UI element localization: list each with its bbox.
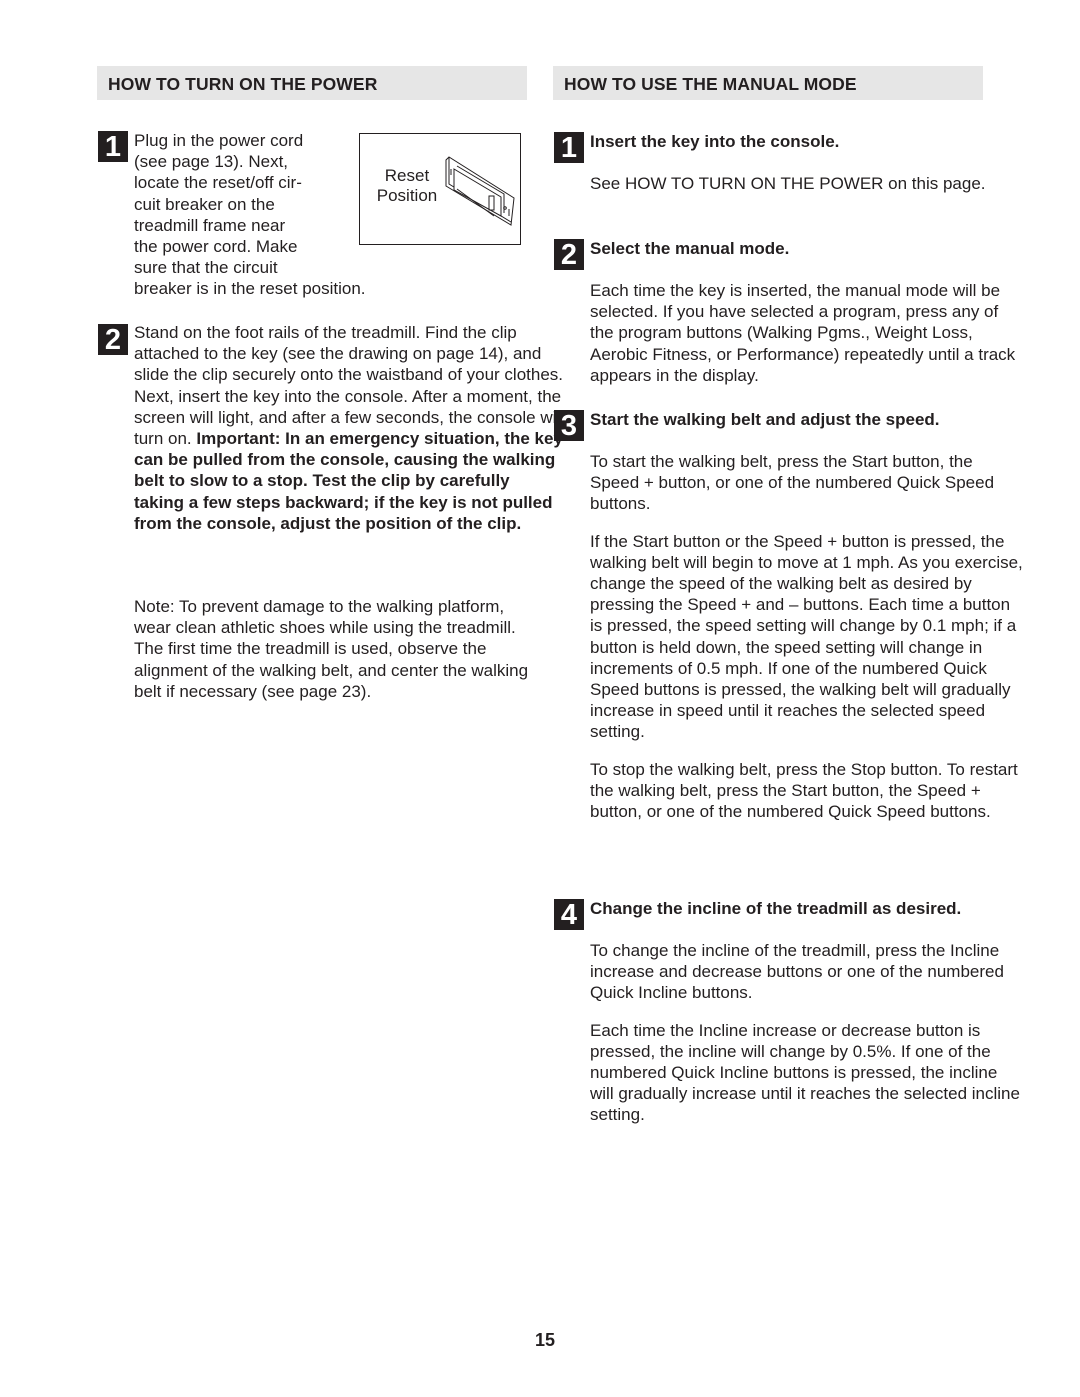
text-line: cuit breaker on the (134, 194, 275, 214)
text-line: Plug in the power cord (134, 131, 304, 150)
power-step-1-tail: breaker is in the reset position. (134, 279, 366, 299)
manual-step-3: 3 Start the walking belt and adjust the … (553, 408, 1025, 822)
figure-label-line: Reset (384, 166, 430, 185)
manual-step-1: 1 Insert the key into the console. See H… (553, 130, 1025, 194)
power-step-1-text: Plug in the power cord (see page 13). Ne… (134, 130, 334, 278)
reset-position-figure: Reset Position (359, 133, 521, 245)
section-manual-mode: HOW TO USE THE MANUAL MODE 1 Insert the … (553, 66, 1023, 1124)
step-paragraph: To start the walking belt, press the Sta… (590, 452, 995, 514)
section-header-manual-mode: HOW TO USE THE MANUAL MODE (553, 66, 983, 100)
step-paragraph: If the Start button or the Speed + butto… (590, 531, 1023, 742)
power-step-1: 1 Plug in the power cord (see page 13). … (97, 130, 564, 300)
step-number-badge: 3 (554, 410, 584, 442)
important-warning: Important: In an emergency situation, th… (134, 429, 563, 533)
step-number-badge: 1 (98, 131, 128, 163)
step-title: Insert the key into the console. (590, 132, 840, 151)
circuit-breaker-icon (445, 156, 515, 226)
step-number-badge: 2 (554, 239, 584, 271)
section-header-power: HOW TO TURN ON THE POWER (97, 66, 527, 100)
text-line: treadmill frame near (134, 215, 286, 235)
text-line: locate the reset/off cir- (134, 173, 302, 193)
section-turn-on-power: HOW TO TURN ON THE POWER 1 Plug in the p… (97, 66, 564, 701)
manual-step-2: 2 Select the manual mode. Each time the … (553, 237, 1025, 386)
manual-step-4: 4 Change the incline of the treadmill as… (553, 897, 1025, 1126)
power-step-2: 2 Stand on the foot rails of the treadmi… (97, 322, 564, 534)
step-number-badge: 2 (98, 324, 128, 356)
step-title: Start the walking belt and adjust the sp… (590, 410, 940, 429)
text-line: sure that the circuit (134, 258, 278, 278)
text-line: the power cord. Make (134, 237, 298, 257)
note-text: Note: To prevent damage to the walking p… (134, 597, 529, 701)
step-number-badge: 1 (554, 132, 584, 164)
step-paragraph: To stop the walking belt, press the Stop… (590, 759, 1018, 822)
step-paragraph: Each time the Incline increase or decrea… (590, 1020, 1020, 1125)
text-line: (see page 13). Next, (134, 152, 289, 172)
step-paragraph: Each time the key is inserted, the manua… (590, 281, 1016, 385)
step-number-badge: 4 (554, 899, 584, 931)
page-number: 15 (534, 1330, 556, 1350)
step-title: Change the incline of the treadmill as d… (590, 899, 962, 918)
step-paragraph: To change the incline of the treadmill, … (590, 941, 1004, 1003)
figure-label: Reset Position (372, 166, 442, 206)
power-step-2-text: Stand on the foot rails of the treadmill… (134, 322, 564, 534)
step-paragraph: See HOW TO TURN ON THE POWER on this pag… (590, 174, 986, 193)
figure-label-line: Position (376, 186, 438, 205)
step-title: Select the manual mode. (590, 239, 790, 258)
